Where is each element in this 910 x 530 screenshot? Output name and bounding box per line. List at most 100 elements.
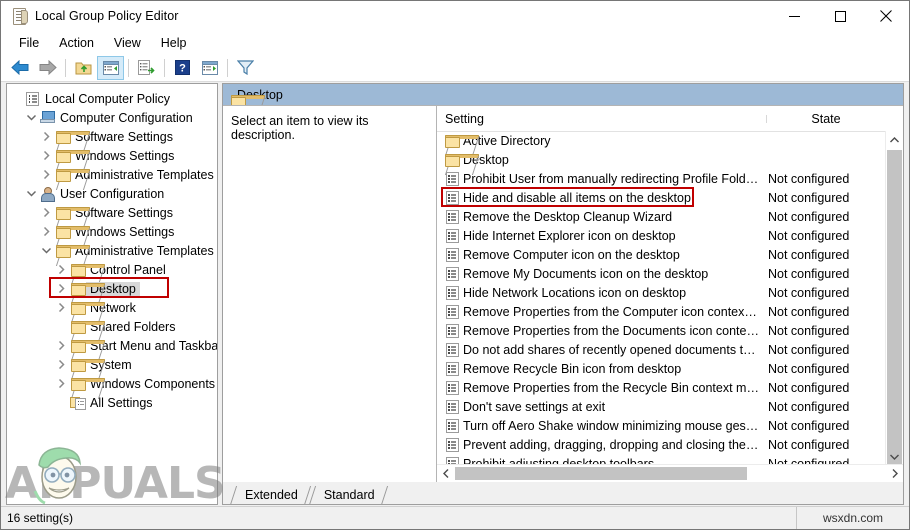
chevron-right-icon[interactable] [54, 336, 69, 355]
settings-row[interactable]: Remove the Desktop Cleanup Wizard Not con… [437, 207, 886, 226]
chevron-right-icon[interactable] [54, 355, 69, 374]
show-hide-action-pane-button[interactable] [196, 56, 223, 80]
console-tree-pane: Local Computer Policy Computer Configurat… [6, 83, 218, 505]
tree-node-system[interactable]: System [7, 355, 217, 374]
setting-name: Remove Properties from the Computer icon… [463, 304, 764, 319]
settings-row[interactable]: Remove Computer icon on the desktop Not c… [437, 245, 886, 264]
tree-node-shared-folders[interactable]: Shared Folders [7, 317, 217, 336]
settings-row[interactable]: Do not add shares of recently opened doc… [437, 340, 886, 359]
chevron-right-icon[interactable] [39, 146, 54, 165]
chevron-right-icon[interactable] [39, 222, 54, 241]
forward-button[interactable] [34, 56, 61, 80]
tree-node-control-panel[interactable]: Control Panel [7, 260, 217, 279]
settings-row[interactable]: Remove Properties from the Documents ico… [437, 321, 886, 340]
chevron-down-icon[interactable] [39, 241, 54, 260]
chevron-right-icon[interactable] [54, 279, 69, 298]
window-controls [771, 1, 909, 31]
tree-node-user-configuration[interactable]: User Configuration [7, 184, 217, 203]
column-header-state[interactable]: State [766, 112, 885, 126]
tree-node-network[interactable]: Network [7, 298, 217, 317]
export-list-button[interactable] [133, 56, 160, 80]
vertical-scroll-track[interactable] [886, 148, 903, 480]
scroll-right-arrow-icon[interactable] [886, 465, 903, 482]
chevron-right-icon[interactable] [54, 298, 69, 317]
menu-help[interactable]: Help [151, 34, 197, 52]
policy-editor-icon [10, 7, 28, 25]
settings-row[interactable]: Remove Recycle Bin icon from desktop Not … [437, 359, 886, 378]
setting-name: Remove Properties from the Recycle Bin c… [463, 380, 764, 395]
tree-node-administrative-templates[interactable]: Administrative Templates [7, 241, 217, 260]
vertical-scrollbar[interactable] [885, 131, 903, 480]
tree-node-windows-components[interactable]: Windows Components [7, 374, 217, 393]
chevron-right-icon[interactable] [54, 374, 69, 393]
vertical-scroll-thumb[interactable] [887, 150, 902, 480]
setting-state: Not configured [768, 285, 850, 300]
chevron-right-icon[interactable] [39, 203, 54, 222]
chevron-right-icon[interactable] [39, 165, 54, 184]
policy-icon [445, 324, 459, 338]
settings-row[interactable]: Desktop [437, 150, 886, 169]
settings-row[interactable]: Active Directory [437, 131, 886, 150]
scroll-down-arrow-icon[interactable] [886, 448, 903, 465]
tree-node-software-settings[interactable]: Software Settings [7, 203, 217, 222]
toolbar-separator-3 [164, 58, 165, 77]
folder-icon [55, 130, 90, 144]
tree-node-administrative-templates[interactable]: Administrative Templates [7, 165, 217, 184]
tree-node-windows-settings[interactable]: Windows Settings [7, 146, 217, 165]
menu-view[interactable]: View [104, 34, 151, 52]
show-hide-console-tree-button[interactable] [97, 55, 124, 80]
policy-icon [445, 210, 459, 224]
chevron-down-icon[interactable] [24, 184, 39, 203]
user-icon [40, 187, 55, 202]
settings-row[interactable]: Hide and disable all items on the deskto… [437, 188, 886, 207]
maximize-button[interactable] [817, 1, 863, 31]
settings-row[interactable]: Remove My Documents icon on the desktop N… [437, 264, 886, 283]
chevron-right-icon[interactable] [54, 260, 69, 279]
tree-node-all-settings[interactable]: All Settings [7, 393, 217, 412]
setting-name: Turn off Aero Shake window minimizing mo… [463, 418, 764, 433]
folder-icon [445, 153, 479, 167]
menu-action[interactable]: Action [49, 34, 104, 52]
list-column-headers: Setting State [437, 106, 903, 132]
settings-row[interactable]: Remove Properties from the Computer icon… [437, 302, 886, 321]
tree-node-label: Start Menu and Taskbar [90, 338, 218, 353]
settings-row[interactable]: Hide Network Locations icon on desktop No… [437, 283, 886, 302]
tree-node-desktop[interactable]: Desktop [7, 279, 217, 298]
scroll-left-arrow-icon[interactable] [437, 465, 454, 482]
scroll-up-arrow-icon[interactable] [886, 131, 903, 148]
up-one-level-button[interactable] [70, 56, 97, 80]
tree-node-software-settings[interactable]: Software Settings [7, 127, 217, 146]
settings-row[interactable]: Turn off Aero Shake window minimizing mo… [437, 416, 886, 435]
tree-node-local-computer-policy[interactable]: Local Computer Policy [7, 89, 217, 108]
menu-file[interactable]: File [9, 34, 49, 52]
folder-icon [70, 301, 105, 315]
tab-extended[interactable]: Extended [231, 485, 310, 504]
tree-node-computer-configuration[interactable]: Computer Configuration [7, 108, 217, 127]
filter-button[interactable] [232, 56, 259, 80]
chevron-down-icon[interactable] [24, 108, 39, 127]
horizontal-scroll-thumb[interactable] [455, 467, 747, 480]
help-button[interactable]: ? [169, 56, 196, 80]
policy-icon [445, 419, 459, 433]
column-header-setting[interactable]: Setting [437, 112, 767, 126]
tree-node-start-menu-and-taskbar[interactable]: Start Menu and Taskbar [7, 336, 217, 355]
toolbar-separator [65, 58, 66, 77]
settings-row[interactable]: Remove Properties from the Recycle Bin c… [437, 378, 886, 397]
settings-row[interactable]: Prevent adding, dragging, dropping and c… [437, 435, 886, 454]
horizontal-scrollbar[interactable] [437, 464, 903, 482]
setting-state: Not configured [768, 399, 850, 414]
chevron-right-icon[interactable] [39, 127, 54, 146]
setting-name: Remove the Desktop Cleanup Wizard [463, 209, 673, 224]
close-button[interactable] [863, 1, 909, 31]
setting-name: Prohibit User from manually redirecting … [463, 171, 764, 186]
policy-icon [445, 381, 459, 395]
settings-row[interactable]: Prohibit User from manually redirecting … [437, 169, 886, 188]
setting-state: Not configured [768, 171, 850, 186]
back-button[interactable] [7, 56, 34, 80]
setting-name: Don't save settings at exit [463, 399, 606, 414]
settings-row[interactable]: Hide Internet Explorer icon on desktop No… [437, 226, 886, 245]
tab-standard[interactable]: Standard [310, 485, 387, 504]
settings-row[interactable]: Don't save settings at exit Not configure… [437, 397, 886, 416]
tree-node-windows-settings[interactable]: Windows Settings [7, 222, 217, 241]
minimize-button[interactable] [771, 1, 817, 31]
